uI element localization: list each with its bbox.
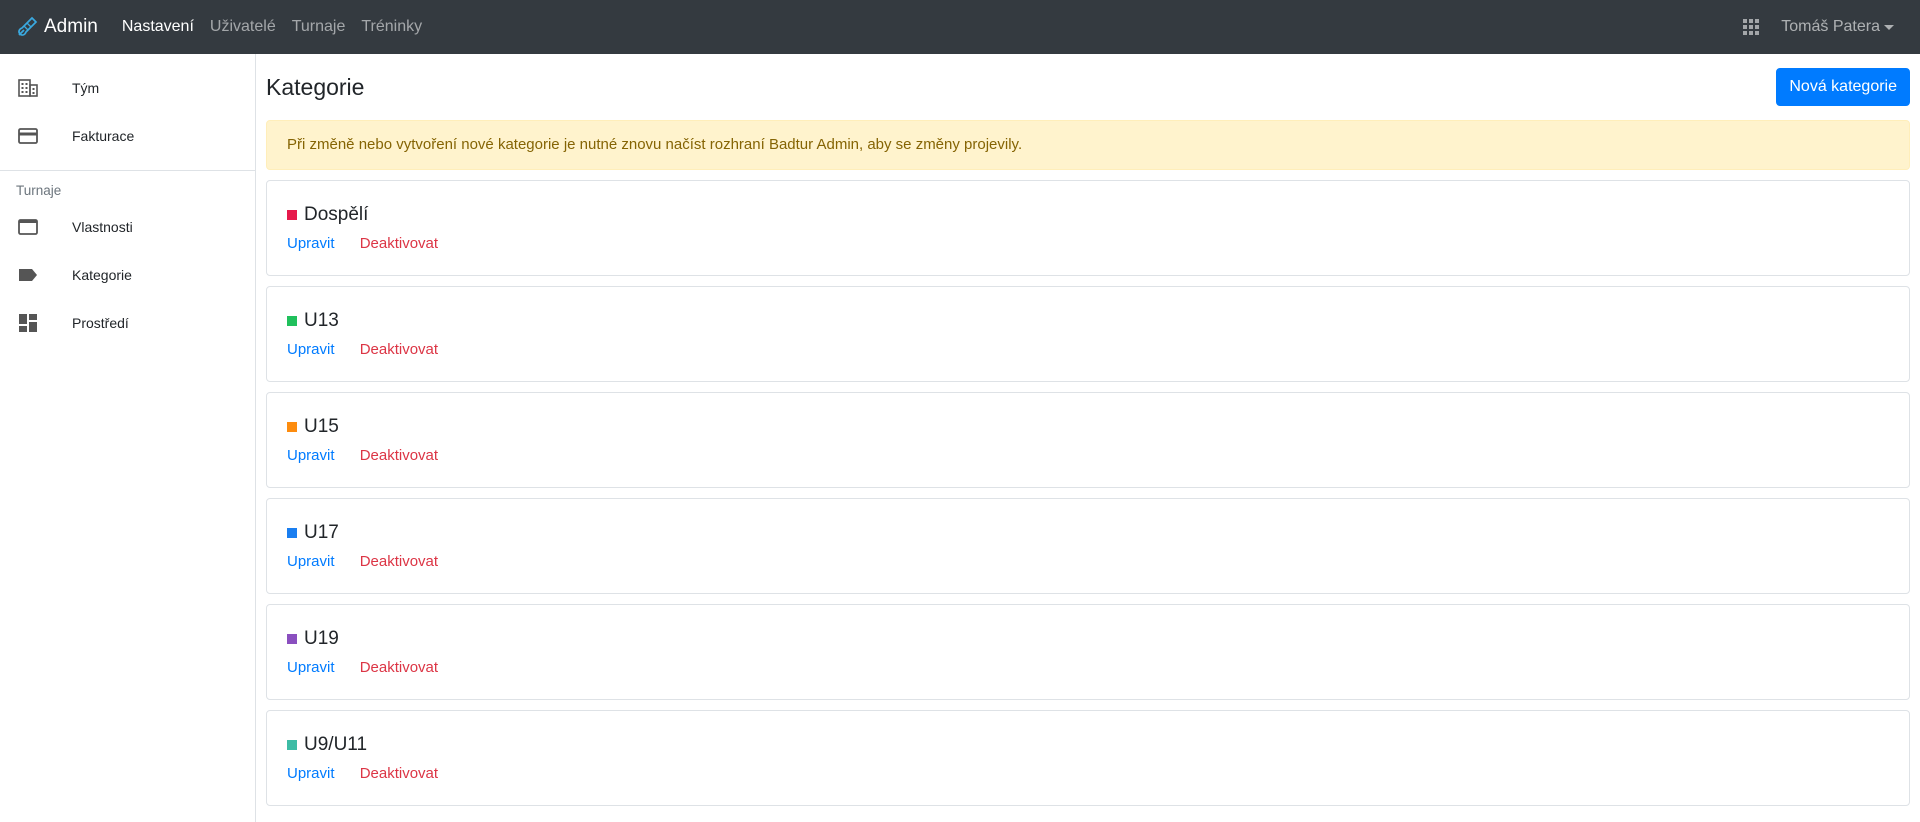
sidebar-item-label: Vlastnosti xyxy=(72,219,133,235)
shuttlecock-icon xyxy=(18,16,38,36)
category-list: Dospělí Upravit Deaktivovat U13 Upravit … xyxy=(266,180,1910,806)
category-actions: Upravit Deaktivovat xyxy=(287,235,1909,252)
brand[interactable]: Admin xyxy=(15,15,98,39)
window-icon xyxy=(18,217,38,237)
label-icon xyxy=(18,265,38,285)
color-swatch xyxy=(287,316,297,326)
category-actions: Upravit Deaktivovat xyxy=(287,447,1909,464)
nav-turnaje[interactable]: Turnaje xyxy=(292,0,346,54)
category-title: U13 xyxy=(287,309,1909,333)
sidebar-item-fakturace[interactable]: Fakturace xyxy=(0,112,255,160)
category-card: U9/U11 Upravit Deaktivovat xyxy=(266,710,1910,806)
edit-link[interactable]: Upravit xyxy=(287,553,335,570)
user-name: Tomáš Patera xyxy=(1781,18,1880,35)
category-card: U19 Upravit Deaktivovat xyxy=(266,604,1910,700)
edit-link[interactable]: Upravit xyxy=(287,447,335,464)
category-title: U9/U11 xyxy=(287,733,1909,757)
nav-nastaveni[interactable]: Nastavení xyxy=(122,0,194,54)
category-actions: Upravit Deaktivovat xyxy=(287,341,1909,358)
edit-link[interactable]: Upravit xyxy=(287,235,335,252)
dashboard-icon xyxy=(18,313,38,333)
deactivate-link[interactable]: Deaktivovat xyxy=(360,447,438,464)
deactivate-link[interactable]: Deaktivovat xyxy=(360,553,438,570)
category-name: U17 xyxy=(304,522,339,543)
top-nav: Nastavení Uživatelé Turnaje Tréninky xyxy=(122,0,438,54)
deactivate-link[interactable]: Deaktivovat xyxy=(360,765,438,782)
color-swatch xyxy=(287,634,297,644)
category-card: U15 Upravit Deaktivovat xyxy=(266,392,1910,488)
sidebar-divider xyxy=(0,170,255,171)
category-title: U17 xyxy=(287,521,1909,545)
deactivate-link[interactable]: Deaktivovat xyxy=(360,341,438,358)
user-menu[interactable]: Tomáš Patera xyxy=(1781,18,1894,36)
sidebar-item-label: Prostředí xyxy=(72,315,129,331)
sidebar: Tým Fakturace Turnaje Vlastnosti Kategor… xyxy=(0,54,256,822)
edit-link[interactable]: Upravit xyxy=(287,659,335,676)
warning-alert: Při změně nebo vytvoření nové kategorie … xyxy=(266,120,1910,170)
sidebar-section-heading: Turnaje xyxy=(16,183,62,198)
category-name: Dospělí xyxy=(304,204,369,225)
sidebar-item-label: Fakturace xyxy=(72,128,135,144)
top-navbar: Admin Nastavení Uživatelé Turnaje Trénin… xyxy=(0,0,1920,54)
category-title: U19 xyxy=(287,627,1909,651)
category-card: U13 Upravit Deaktivovat xyxy=(266,286,1910,382)
color-swatch xyxy=(287,528,297,538)
nav-treninky[interactable]: Tréninky xyxy=(361,0,422,54)
sidebar-item-tym[interactable]: Tým xyxy=(0,64,255,112)
edit-link[interactable]: Upravit xyxy=(287,341,335,358)
building-icon xyxy=(18,78,38,98)
deactivate-link[interactable]: Deaktivovat xyxy=(360,659,438,676)
main-content: Kategorie Nová kategorie Při změně nebo … xyxy=(266,54,1910,806)
category-actions: Upravit Deaktivovat xyxy=(287,659,1909,676)
category-name: U15 xyxy=(304,416,339,437)
top-right-area: Tomáš Patera xyxy=(1743,0,1894,54)
category-actions: Upravit Deaktivovat xyxy=(287,553,1909,570)
color-swatch xyxy=(287,422,297,432)
caret-down-icon xyxy=(1884,24,1894,30)
deactivate-link[interactable]: Deaktivovat xyxy=(360,235,438,252)
page-title: Kategorie xyxy=(266,73,365,100)
category-name: U19 xyxy=(304,628,339,649)
sidebar-item-kategorie[interactable]: Kategorie xyxy=(0,251,255,299)
color-swatch xyxy=(287,210,297,220)
edit-link[interactable]: Upravit xyxy=(287,765,335,782)
credit-card-icon xyxy=(18,126,38,146)
brand-label: Admin xyxy=(44,16,98,37)
sidebar-item-prostredi[interactable]: Prostředí xyxy=(0,299,255,347)
sidebar-item-label: Tým xyxy=(72,80,100,96)
category-name: U9/U11 xyxy=(304,734,368,755)
category-name: U13 xyxy=(304,310,339,331)
sidebar-item-label: Kategorie xyxy=(72,267,132,283)
nav-uzivatele[interactable]: Uživatelé xyxy=(210,0,276,54)
category-actions: Upravit Deaktivovat xyxy=(287,765,1909,782)
color-swatch xyxy=(287,740,297,750)
new-category-button[interactable]: Nová kategorie xyxy=(1776,68,1910,106)
apps-grid-icon[interactable] xyxy=(1743,19,1760,35)
category-card: U17 Upravit Deaktivovat xyxy=(266,498,1910,594)
category-title: Dospělí xyxy=(287,203,1909,227)
sidebar-item-vlastnosti[interactable]: Vlastnosti xyxy=(0,203,255,251)
page-header: Kategorie Nová kategorie xyxy=(266,54,1910,120)
category-card: Dospělí Upravit Deaktivovat xyxy=(266,180,1910,276)
category-title: U15 xyxy=(287,415,1909,439)
